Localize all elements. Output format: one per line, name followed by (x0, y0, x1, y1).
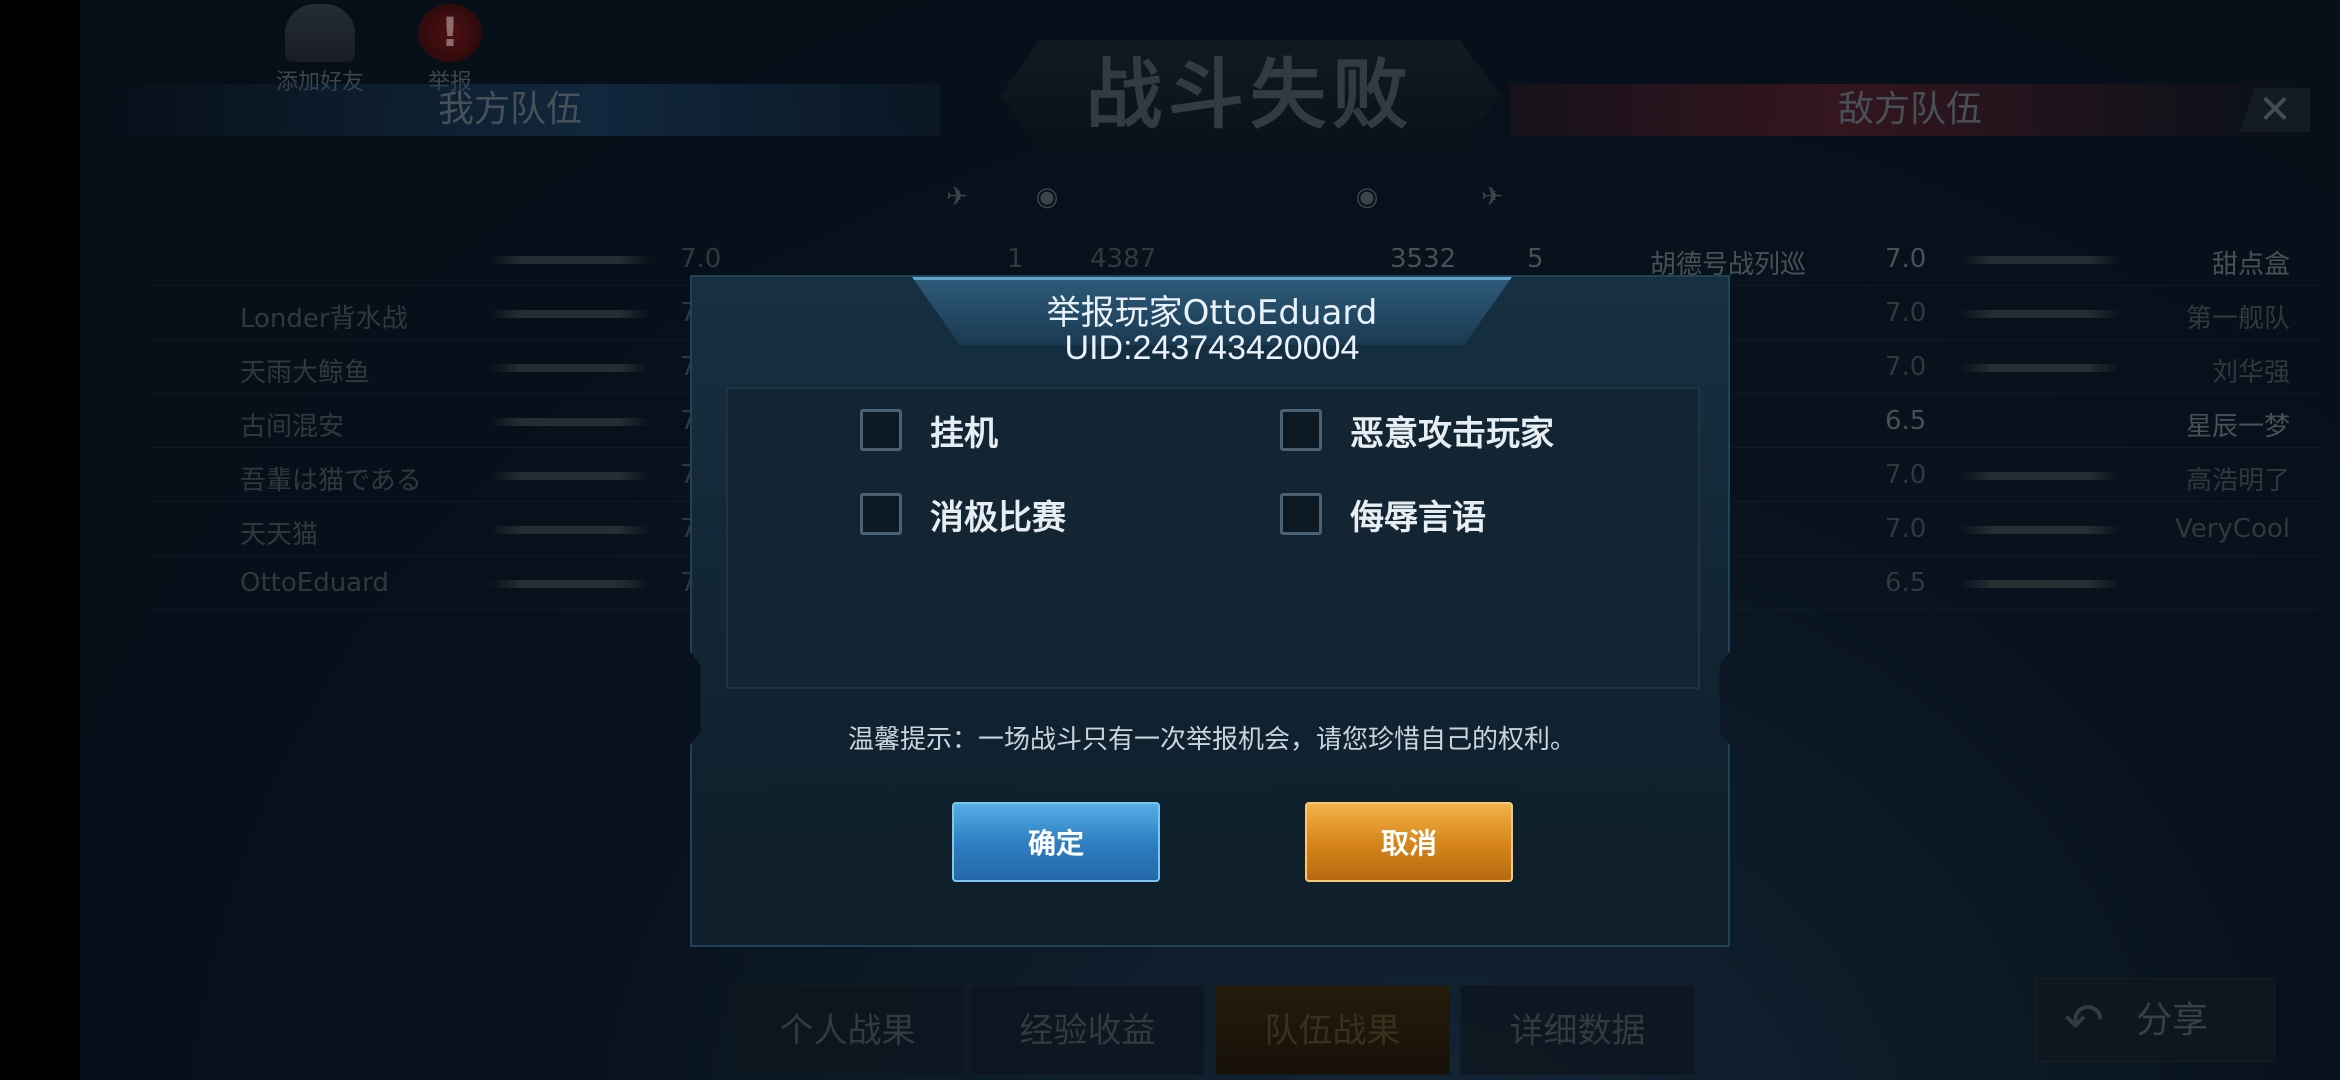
afk-checkbox[interactable] (860, 409, 902, 451)
malicious-attack-checkbox[interactable] (1280, 409, 1322, 451)
report-dialog: 举报玩家OttoEduard UID:243743420004 挂机 恶意攻击玩… (690, 275, 1730, 947)
report-tip: 温馨提示：一场战斗只有一次举报机会，请您珍惜自己的权利。 (847, 725, 1576, 755)
insulting-language-label: 侮辱言语 (1350, 497, 1486, 538)
option-negative-play[interactable]: 消极比赛 (860, 491, 1066, 538)
cancel-button[interactable]: 取消 (1305, 802, 1513, 882)
option-malicious-attack[interactable]: 恶意攻击玩家 (1280, 407, 1554, 454)
dialog-title: 举报玩家OttoEduard (1046, 293, 1378, 333)
option-afk[interactable]: 挂机 (860, 407, 998, 454)
confirm-button[interactable]: 确定 (952, 802, 1160, 882)
negative-play-checkbox[interactable] (860, 493, 902, 535)
dialog-uid: UID:243743420004 (1064, 329, 1360, 367)
afk-label: 挂机 (930, 413, 998, 454)
insulting-language-checkbox[interactable] (1280, 493, 1322, 535)
negative-play-label: 消极比赛 (930, 497, 1066, 538)
malicious-attack-label: 恶意攻击玩家 (1350, 413, 1554, 454)
option-insulting-language[interactable]: 侮辱言语 (1280, 491, 1486, 538)
